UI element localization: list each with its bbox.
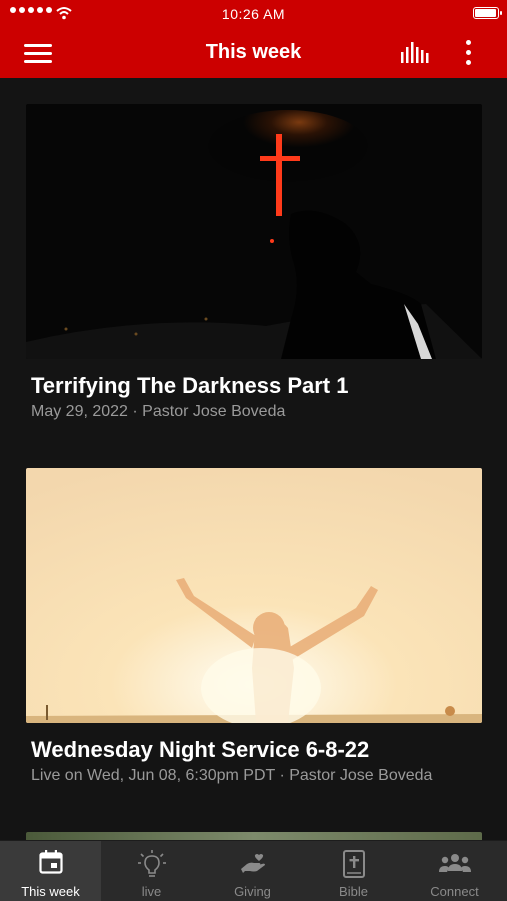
tab-bible[interactable]: Bible [303,841,404,901]
card-title: Wednesday Night Service 6-8-22 [31,737,370,762]
tab-connect[interactable]: Connect [404,841,505,901]
lightbulb-icon [137,850,166,877]
sermon-thumbnail[interactable] [26,468,482,723]
bottom-tab-bar: This week live Giving Bible Connect [0,840,507,901]
nav-bar: This week [0,28,507,78]
tab-label: Connect [430,884,479,899]
people-icon [438,854,471,872]
media-card[interactable] [26,832,482,840]
tab-label: Giving [234,884,271,899]
calendar-icon [38,850,63,874]
tab-giving[interactable]: Giving [202,841,303,901]
more-options-icon[interactable] [462,40,474,66]
card-meta: May 29, 2022 · Pastor Jose Boveda [31,403,286,420]
media-card[interactable]: Terrifying The Darkness Part 1 May 29, 2… [26,104,482,421]
sermon-thumbnail[interactable] [26,104,482,359]
media-card[interactable]: Wednesday Night Service 6-8-22 Live on W… [26,468,482,785]
tab-label: This week [21,884,80,899]
tab-label: Bible [339,884,368,899]
tab-live[interactable]: live [101,841,202,901]
tab-label: live [141,884,162,899]
status-bar: 10:26 AM [0,0,507,28]
content-feed[interactable]: Terrifying The Darkness Part 1 May 29, 2… [0,78,507,840]
battery-icon [473,7,502,19]
card-meta: Live on Wed, Jun 08, 6:30pm PDT · Pastor… [31,767,433,784]
giving-hand-icon [240,854,265,873]
tab-this-week[interactable]: This week [0,841,101,901]
sermon-thumbnail[interactable] [26,832,482,840]
status-time: 10:26 AM [221,6,286,22]
bible-icon [342,850,365,878]
page-title: This week [205,41,302,63]
battery-fill [475,9,496,17]
audio-bars-icon[interactable] [400,41,430,63]
card-title: Terrifying The Darkness Part 1 [31,373,349,398]
